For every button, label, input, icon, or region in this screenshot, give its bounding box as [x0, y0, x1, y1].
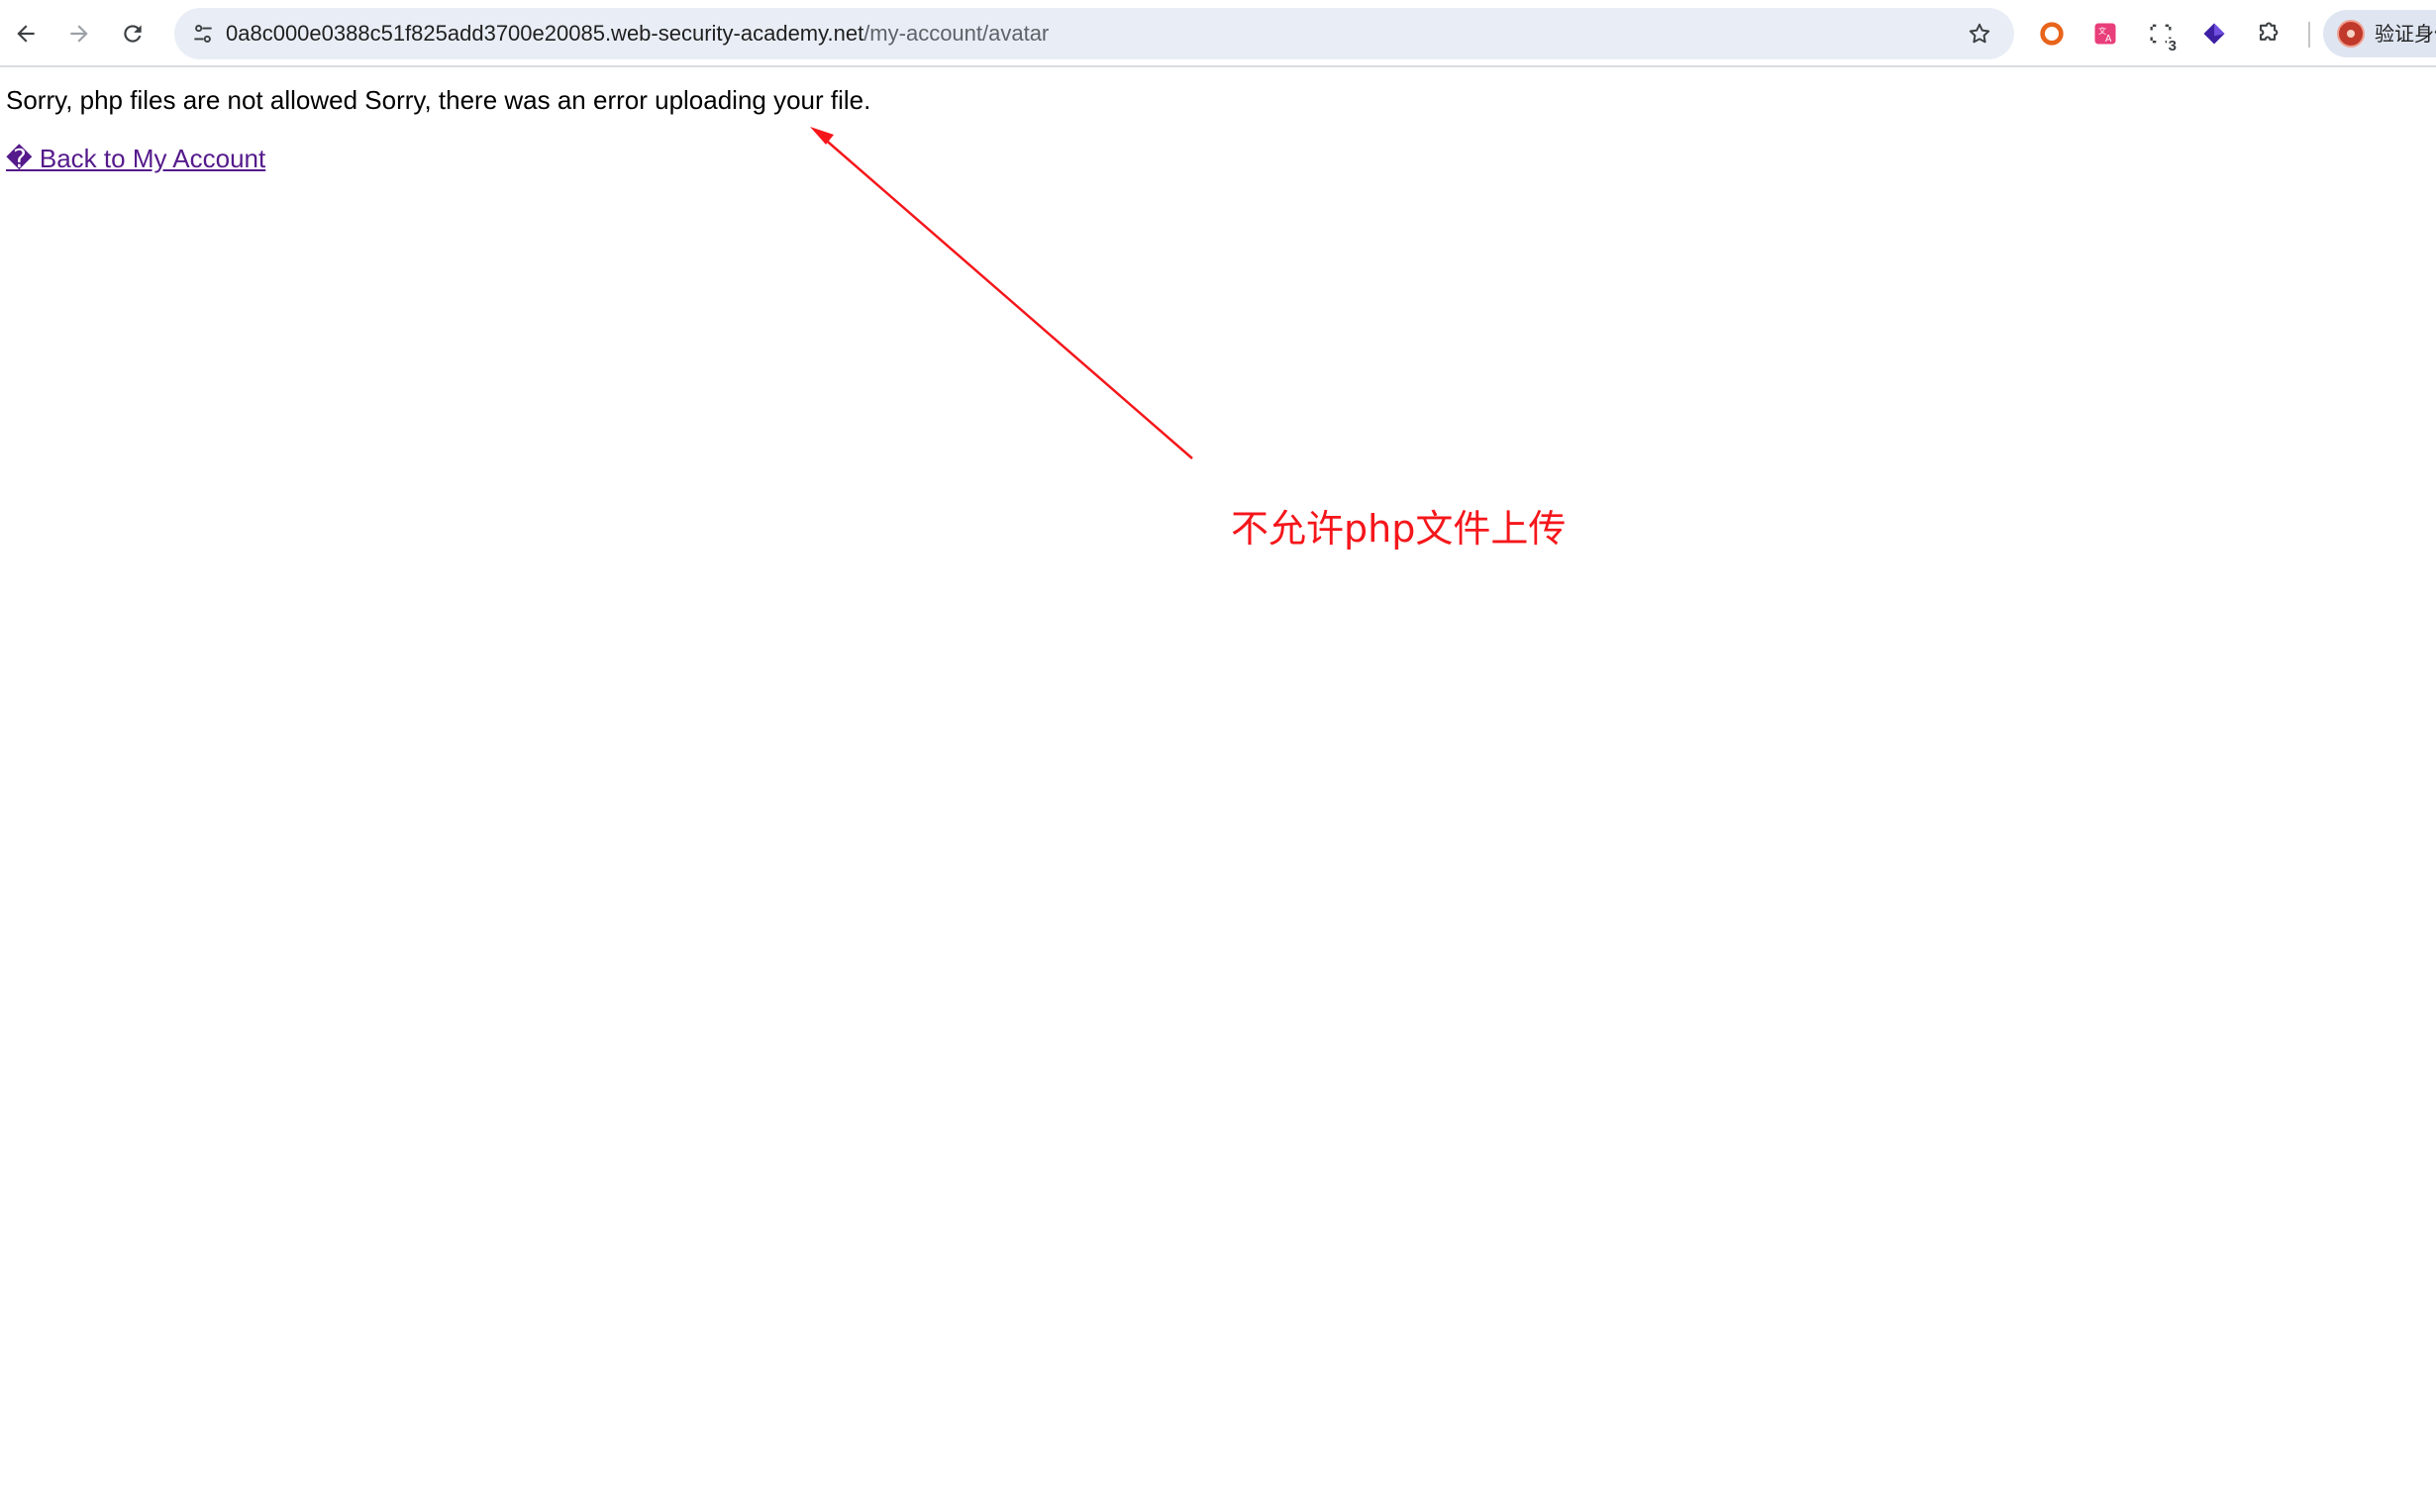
browser-toolbar: 0a8c000e0388c51f825add3700e20085.web-sec…	[0, 0, 2436, 67]
star-icon	[1969, 23, 1990, 44]
forward-arrow-icon	[70, 25, 88, 43]
svg-text:A: A	[2105, 34, 2112, 45]
address-bar[interactable]: 0a8c000e0388c51f825add3700e20085.web-sec…	[174, 8, 2014, 59]
back-button[interactable]	[6, 14, 46, 53]
url-path: /my-account/avatar	[863, 21, 1050, 46]
extension-orange-ring-icon	[2040, 22, 2064, 46]
avatar	[2337, 20, 2365, 48]
extension-translate[interactable]: 文 A	[2085, 14, 2125, 53]
extensions-puzzle-icon	[2259, 22, 2279, 41]
extensions-menu-button[interactable]	[2248, 14, 2287, 53]
bookmark-button[interactable]	[1961, 15, 1998, 52]
profile-button[interactable]: 验证身份	[2323, 10, 2436, 57]
annotation-label: 不允许php文件上传	[1231, 507, 1567, 551]
site-info-button[interactable]	[184, 15, 222, 52]
extension-purple-diamond-icon	[2203, 23, 2225, 45]
back-to-account-link[interactable]: � Back to My Account	[6, 144, 265, 174]
reload-button[interactable]	[113, 14, 152, 53]
reload-icon	[124, 25, 142, 43]
annotation-arrow-line	[821, 136, 1193, 459]
annotation-arrowhead	[810, 127, 834, 145]
url-host: 0a8c000e0388c51f825add3700e20085.web-sec…	[226, 21, 864, 46]
profile-label: 验证身份	[2375, 22, 2436, 46]
extension-badge-count: 3	[2166, 38, 2179, 54]
site-settings-icon	[194, 25, 212, 43]
browser-window: 0a8c000e0388c51f825add3700e20085.web-sec…	[0, 0, 2436, 1512]
forward-button[interactable]	[59, 14, 99, 53]
extension-purple-diamond[interactable]	[2194, 14, 2234, 53]
annotation-arrow	[810, 127, 1193, 459]
extension-screenshot[interactable]: 3	[2141, 14, 2181, 53]
error-message: Sorry, php files are not allowed Sorry, …	[6, 85, 871, 115]
toolbar-divider	[2308, 22, 2310, 48]
extension-orange-ring[interactable]	[2032, 14, 2072, 53]
extension-translate-icon: 文 A	[2094, 23, 2116, 45]
back-arrow-icon	[17, 25, 35, 43]
url-text[interactable]: 0a8c000e0388c51f825add3700e20085.web-sec…	[226, 8, 1049, 59]
